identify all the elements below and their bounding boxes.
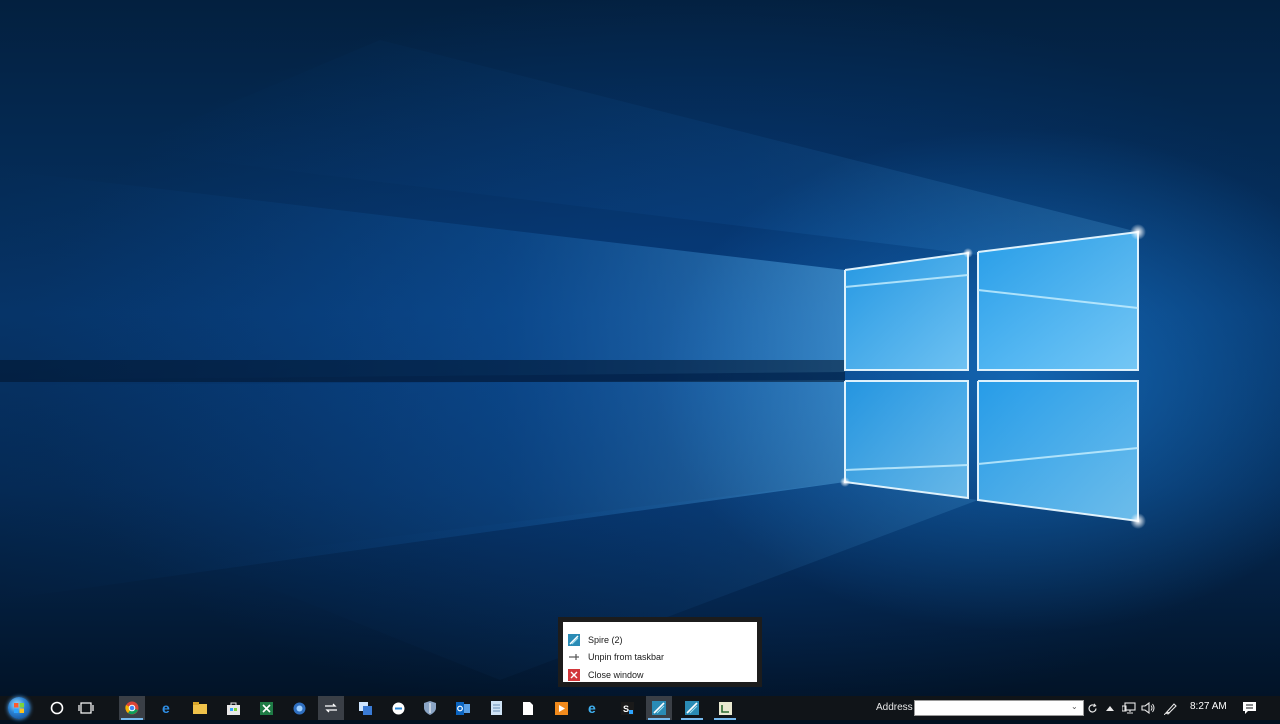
jumplist-item-label: Unpin from taskbar (588, 652, 665, 662)
address-label: Address (876, 702, 913, 713)
jumplist-menu: Spire (2) Unpin from taskbar Close windo… (563, 622, 757, 682)
taskbar-item-store[interactable] (220, 696, 246, 720)
volume-icon (1141, 702, 1155, 714)
excel-icon (259, 701, 273, 715)
taskbar-item-app-5[interactable] (712, 696, 738, 720)
svg-text:e: e (162, 701, 170, 715)
start-icon (14, 703, 24, 713)
action-center-icon (1242, 702, 1256, 714)
taskbar-item-app[interactable] (286, 696, 312, 720)
show-hidden-icons-button[interactable] (1104, 700, 1116, 716)
spire-icon (652, 701, 666, 715)
app-icon (358, 701, 372, 715)
windows-10-wallpaper (0, 40, 1146, 680)
edge-icon: e (588, 701, 596, 715)
jumplist-item-label: Spire (2) (588, 635, 623, 645)
chrome-icon (125, 701, 139, 715)
file-explorer-icon (193, 702, 207, 714)
chevron-up-icon (1106, 706, 1114, 711)
svg-text:S: S (623, 704, 629, 714)
taskbar-item-media-player[interactable] (548, 696, 574, 720)
taskbar-item-excel[interactable] (253, 696, 279, 720)
taskbar-item-chrome[interactable] (119, 696, 145, 720)
sync-app-icon (325, 703, 337, 713)
jumplist-flyout: Spire (2) Unpin from taskbar Close windo… (558, 617, 762, 687)
taskbar-item-app-2[interactable] (352, 696, 378, 720)
media-player-icon (554, 701, 568, 715)
refresh-icon (1087, 702, 1097, 712)
app-icon (293, 702, 305, 714)
outlook-icon (456, 701, 470, 715)
taskbar-item-file-explorer[interactable] (187, 696, 213, 720)
jumplist-item-unpin[interactable]: Unpin from taskbar (563, 648, 757, 666)
address-input[interactable] (914, 700, 1084, 716)
network-button[interactable] (1121, 700, 1137, 716)
svg-text:e: e (588, 701, 596, 715)
spire-icon (685, 701, 699, 715)
taskbar-item-app-4[interactable]: S (614, 696, 640, 720)
notepad-icon (490, 701, 502, 715)
jumplist-item-spire[interactable]: Spire (2) (563, 631, 757, 649)
clock[interactable]: 8:27 AM (1190, 701, 1227, 712)
cortana-button[interactable] (44, 696, 70, 720)
task-view-button[interactable] (73, 696, 99, 720)
taskbar-item-notepad[interactable] (483, 696, 509, 720)
taskbar-item-sync[interactable] (318, 696, 344, 720)
document-icon (523, 701, 533, 715)
pen-icon (1164, 703, 1177, 715)
taskbar-item-spire-2[interactable] (679, 696, 705, 720)
spire-icon (568, 634, 580, 646)
unpin-icon (568, 651, 580, 663)
task-view-icon (78, 702, 94, 714)
pen-button[interactable] (1163, 700, 1179, 716)
taskbar-item-document[interactable] (515, 696, 541, 720)
taskbar-item-app-3[interactable] (385, 696, 411, 720)
cortana-icon (50, 701, 64, 715)
taskbar-item-outlook[interactable] (450, 696, 476, 720)
shield-icon (424, 701, 436, 715)
close-icon (568, 669, 580, 681)
action-center-button[interactable] (1241, 700, 1257, 716)
taskbar-item-spire[interactable] (646, 696, 672, 720)
jumplist-item-close-window[interactable]: Close window (563, 666, 757, 684)
app-icon (718, 701, 732, 715)
taskbar-item-shield[interactable] (417, 696, 443, 720)
taskbar-item-edge-2[interactable]: e (581, 696, 607, 720)
chevron-down-icon[interactable]: ⌄ (1071, 702, 1078, 711)
taskbar-item-edge[interactable]: e (155, 696, 181, 720)
app-icon (392, 702, 404, 714)
jumplist-item-label: Close window (588, 670, 644, 680)
network-icon (1122, 702, 1136, 714)
refresh-button[interactable] (1085, 700, 1099, 716)
desktop[interactable]: Spire (2) Unpin from taskbar Close windo… (0, 0, 1280, 696)
start-button[interactable] (8, 697, 30, 719)
store-icon (226, 702, 240, 715)
edge-icon: e (162, 701, 170, 715)
volume-button[interactable] (1140, 700, 1156, 716)
app-icon: S (620, 701, 634, 715)
